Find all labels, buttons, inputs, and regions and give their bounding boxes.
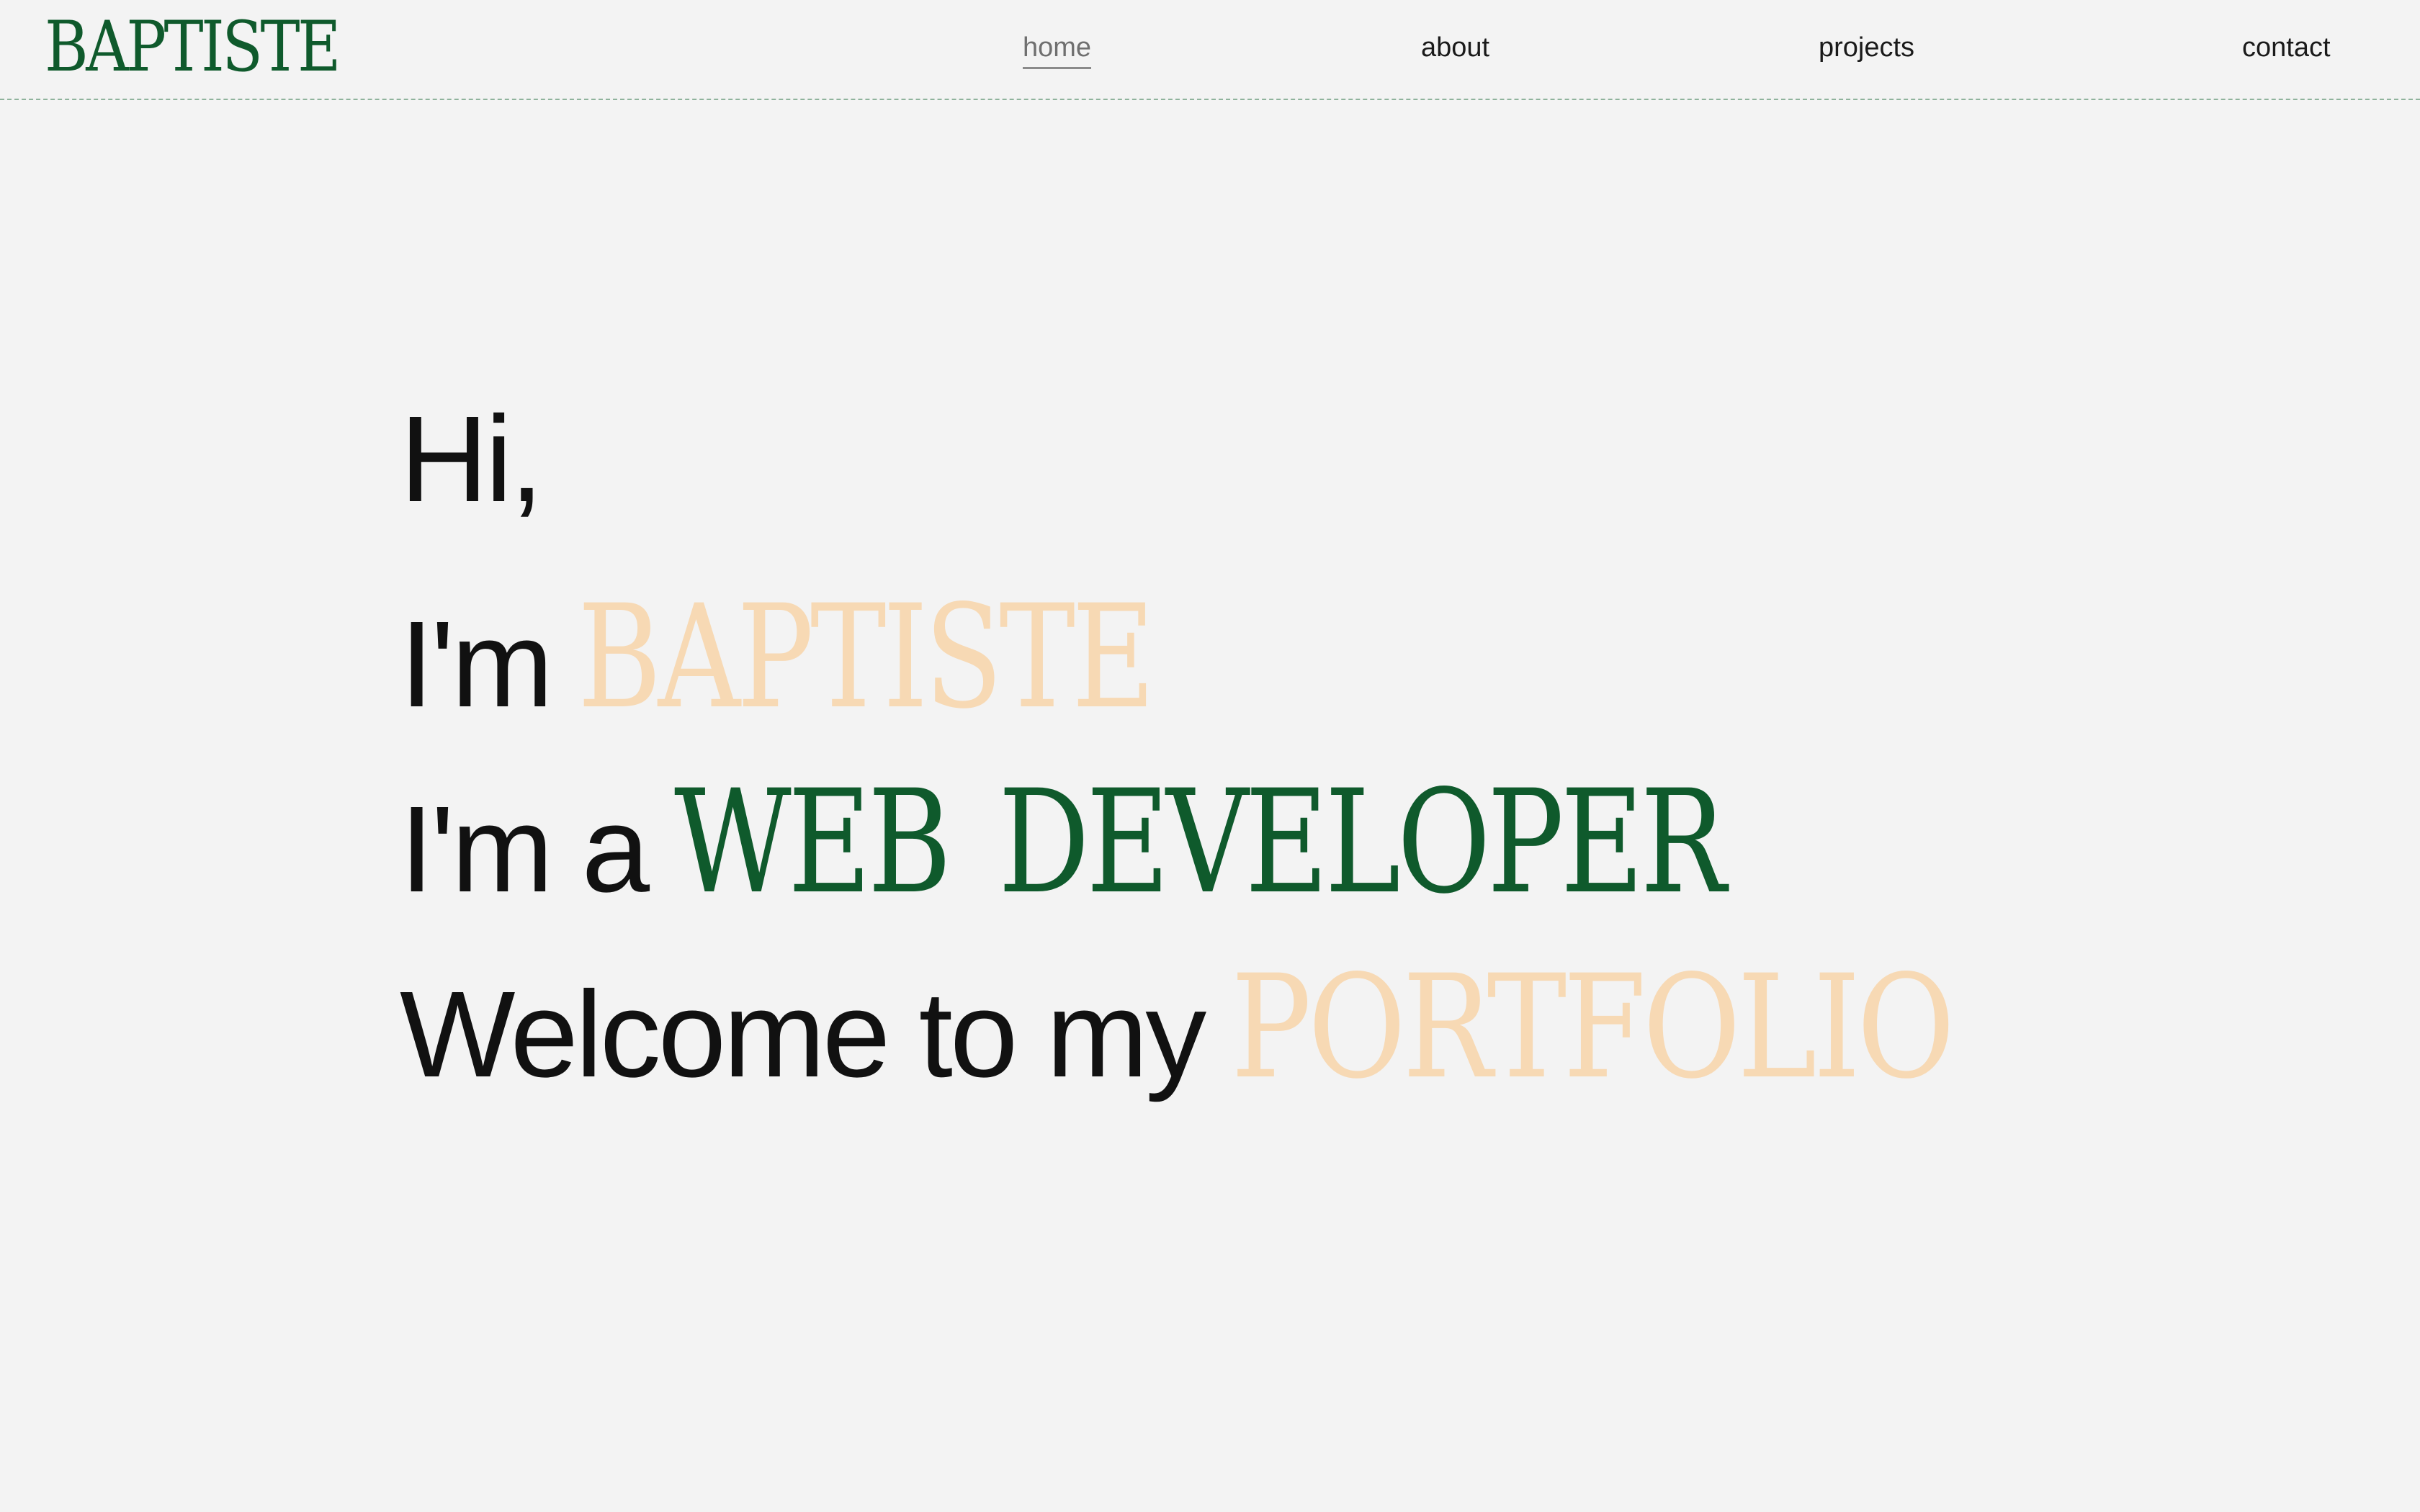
hero-role-prefix: I'm a xyxy=(400,781,650,918)
site-logo[interactable]: BAPTISTE xyxy=(45,7,341,86)
nav-link-home[interactable]: home xyxy=(1023,29,1092,69)
hero-welcome-prefix: Welcome to my xyxy=(400,966,1206,1103)
hero-name-prefix: I'm xyxy=(400,596,553,733)
hero-role: WEB DEVELOPER xyxy=(674,759,1726,925)
nav-link-projects[interactable]: projects xyxy=(1819,29,1914,69)
hero-welcome-line: Welcome to my PORTFOLIO xyxy=(400,944,2056,1129)
nav-link-about[interactable]: about xyxy=(1421,29,1489,69)
hero-greeting-line: Hi, xyxy=(400,389,2056,574)
hero-name: BAPTISTE xyxy=(578,574,1155,740)
hero-greeting: Hi, xyxy=(400,391,544,528)
nav-link-contact[interactable]: contact xyxy=(2242,29,2331,69)
site-header: BAPTISTE home about projects contact xyxy=(0,0,2420,100)
hero-role-line: I'm a WEB DEVELOPER xyxy=(400,759,2056,944)
hero-portfolio-word: PORTFOLIO xyxy=(1231,944,1955,1110)
hero-section: Hi, I'm BAPTISTE I'm a WEB DEVELOPER Wel… xyxy=(400,389,2056,1129)
hero-name-line: I'm BAPTISTE xyxy=(400,574,2056,759)
